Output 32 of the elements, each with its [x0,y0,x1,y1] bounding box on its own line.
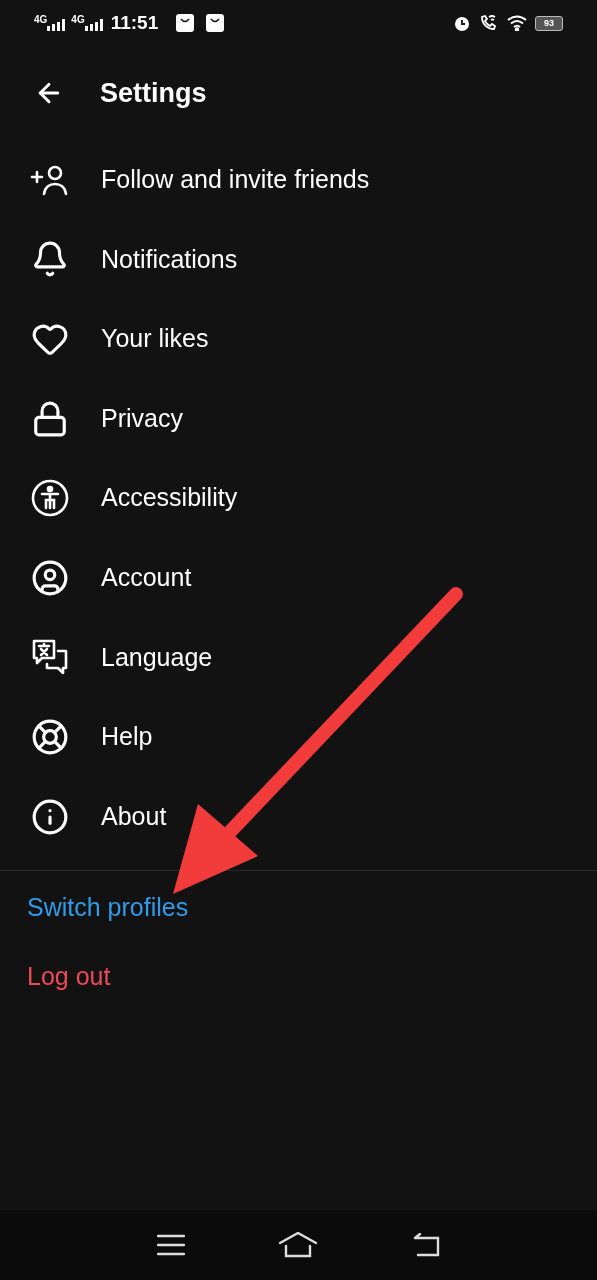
info-icon [31,797,69,836]
signal-icon [47,19,66,31]
settings-item[interactable]: Accessibility [0,458,597,538]
bag-icon [176,14,195,32]
home-icon[interactable] [277,1232,318,1258]
bell-icon [31,240,69,279]
settings-item[interactable]: Notifications [0,219,597,300]
action-link[interactable]: Log out [27,957,111,996]
settings-item[interactable]: About [0,776,597,857]
battery-indicator: 93 [535,15,563,31]
profile-icon [31,558,69,597]
alarm-icon [453,14,471,32]
settings-item[interactable]: Privacy [0,378,597,459]
signal-icon [84,19,103,31]
wifi-icon [507,15,527,31]
settings-item[interactable]: Account [0,537,597,618]
settings-item[interactable]: Language [0,617,597,698]
accessibility-icon [30,478,70,519]
bag-icon [206,14,225,32]
lifebuoy-icon [31,717,69,756]
clock: 11:51 [110,10,159,35]
wifi-call-icon [479,14,499,32]
lock-icon [31,399,69,438]
action-link[interactable]: Switch profiles [27,889,189,927]
settings-item[interactable]: Help [0,697,597,777]
settings-item[interactable]: Your likes [0,299,597,379]
network-type: 4G [34,15,48,25]
settings-item[interactable]: Follow and invite friends [0,140,597,220]
page-title: Settings [100,76,207,110]
menu-icon[interactable] [156,1234,185,1256]
add-person-icon [30,163,70,196]
network-type: 4G [71,15,85,25]
